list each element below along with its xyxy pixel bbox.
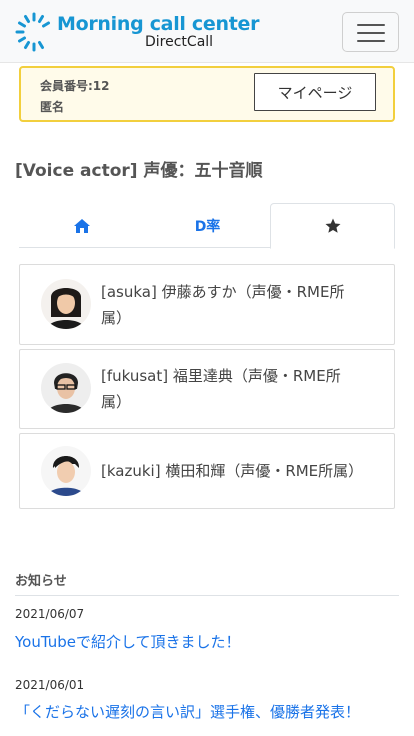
hamburger-icon bbox=[357, 24, 385, 26]
actor-name: [asuka] 伊藤あすか（声優・RME所属） bbox=[101, 283, 345, 327]
tab-d-rate-label: D率 bbox=[194, 218, 221, 235]
mypage-button[interactable]: マイページ bbox=[254, 73, 376, 111]
actor-card[interactable]: [fukusat] 福里達典（声優・RME所属） bbox=[19, 349, 395, 429]
news-link[interactable]: 「くだらない遅刻の言い訳」選手権、優勝者発表！ bbox=[15, 701, 360, 722]
news-date: 2021/06/01 bbox=[15, 678, 85, 692]
avatar-kazuki bbox=[41, 446, 91, 496]
star-icon bbox=[325, 218, 340, 233]
tab-d-rate[interactable]: D率 bbox=[145, 203, 270, 248]
member-info-box: 会員番号:12 匿名 マイページ bbox=[19, 66, 395, 122]
tab-favorites[interactable] bbox=[270, 203, 395, 249]
brand-logo[interactable]: Morning call center DirectCall bbox=[14, 11, 259, 53]
actor-card[interactable]: [asuka] 伊藤あすか（声優・RME所属） bbox=[19, 264, 395, 345]
news-link[interactable]: YouTubeで紹介して頂きました！ bbox=[15, 631, 241, 652]
brand-subtitle: DirectCall bbox=[145, 34, 214, 50]
brand-title: Morning call center bbox=[57, 13, 260, 35]
news-date: 2021/06/07 bbox=[15, 607, 85, 621]
avatar-asuka bbox=[41, 279, 91, 329]
tab-home[interactable] bbox=[19, 203, 145, 248]
actor-card[interactable]: [kazuki] 横田和輝（声優・RME所属） bbox=[19, 433, 395, 509]
news-heading: お知らせ bbox=[15, 570, 399, 596]
tab-bar: D率 bbox=[19, 203, 395, 249]
page-title: [Voice actor] 声優：五十音順 bbox=[15, 161, 263, 181]
home-icon bbox=[74, 218, 90, 233]
avatar-fukusat bbox=[41, 363, 91, 413]
member-name: 匿名 bbox=[40, 100, 65, 114]
sunburst-logo-icon bbox=[15, 12, 50, 52]
member-number: 会員番号:12 bbox=[40, 79, 110, 93]
navbar: Morning call center DirectCall bbox=[0, 0, 414, 63]
menu-toggle-button[interactable] bbox=[342, 12, 399, 52]
actor-name: [kazuki] 横田和輝（声優・RME所属） bbox=[101, 462, 364, 480]
actor-name: [fukusat] 福里達典（声優・RME所属） bbox=[101, 367, 341, 411]
